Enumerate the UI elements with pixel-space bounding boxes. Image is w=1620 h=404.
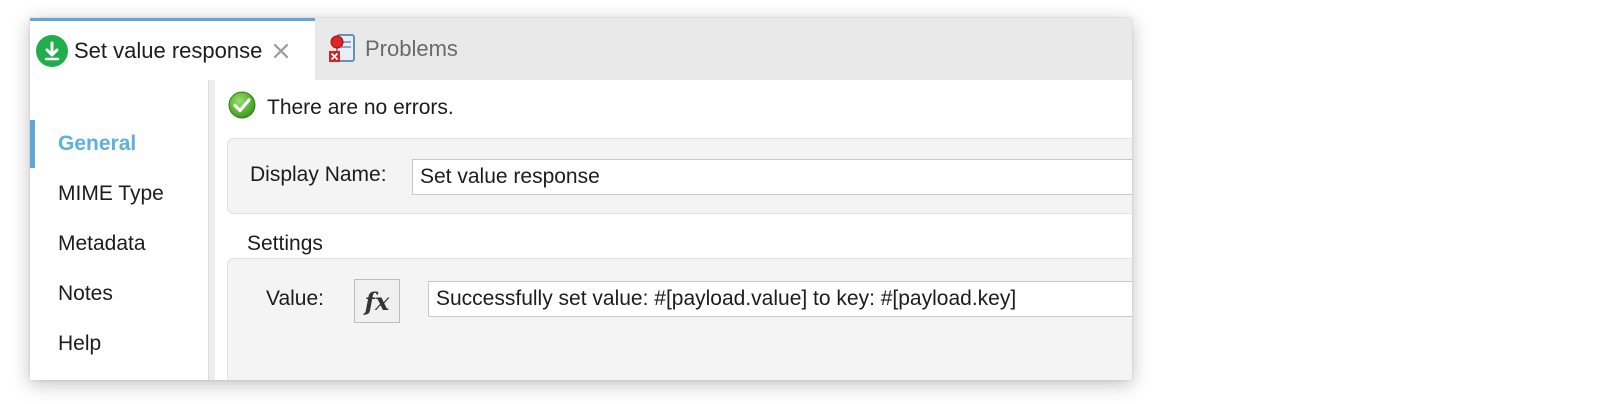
nav-item-notes[interactable]: Notes xyxy=(30,270,208,318)
check-icon xyxy=(227,90,257,125)
display-name-label: Display Name: xyxy=(250,163,387,186)
tab-label: Set value response xyxy=(74,37,263,63)
status-bar: There are no errors. xyxy=(227,90,454,125)
tab-set-value-response[interactable]: Set value response xyxy=(30,18,315,80)
tab-label: Problems xyxy=(365,36,458,61)
nav-divider[interactable] xyxy=(208,80,215,380)
properties-window: Set value response Problems General MIME… xyxy=(30,18,1132,380)
download-icon xyxy=(36,34,68,67)
close-icon[interactable] xyxy=(270,40,292,62)
nav-item-mime-type[interactable]: MIME Type xyxy=(30,170,208,218)
display-name-field[interactable]: Set value response xyxy=(412,159,1132,195)
problems-icon xyxy=(327,32,357,66)
nav-item-metadata[interactable]: Metadata xyxy=(30,220,208,268)
tab-problems[interactable]: Problems xyxy=(317,18,497,80)
settings-group: Value: fx Successfully set value: #[payl… xyxy=(227,258,1132,380)
nav-item-general[interactable]: General xyxy=(30,120,208,168)
status-message: There are no errors. xyxy=(267,95,454,119)
properties-main: There are no errors. Display Name: Set v… xyxy=(215,80,1132,380)
tab-bar: Set value response Problems xyxy=(30,18,1132,80)
value-label: Value: xyxy=(266,287,324,310)
fx-toggle-button[interactable]: fx xyxy=(354,279,400,323)
nav-item-help[interactable]: Help xyxy=(30,320,208,368)
general-group: Display Name: Set value response xyxy=(227,138,1132,214)
settings-title: Settings xyxy=(247,232,323,255)
value-field[interactable]: Successfully set value: #[payload.value]… xyxy=(428,281,1132,317)
properties-nav: General MIME Type Metadata Notes Help xyxy=(30,80,208,380)
